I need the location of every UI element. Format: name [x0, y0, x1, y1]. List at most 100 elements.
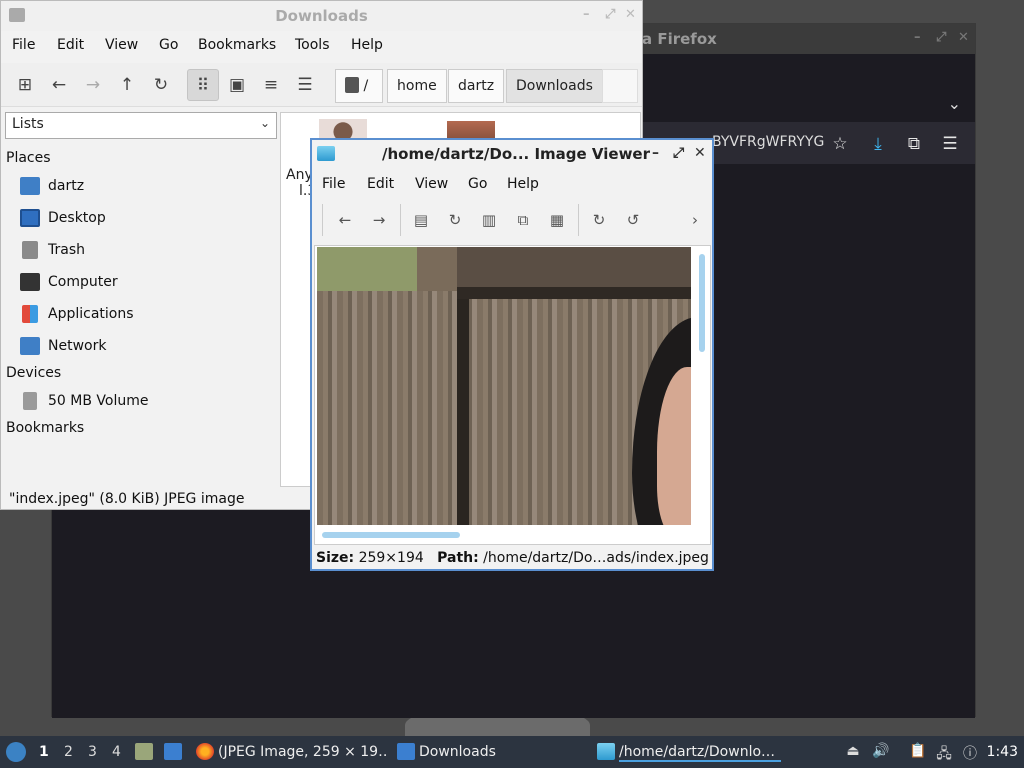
- workspace-1[interactable]: 1: [39, 744, 49, 760]
- image-viewer-app-icon: [317, 146, 335, 161]
- clipboard-icon[interactable]: 📋: [909, 743, 926, 759]
- side-pane-mode-select[interactable]: Lists ⌄: [5, 112, 277, 139]
- close-icon[interactable]: ✕: [958, 30, 969, 45]
- menu-go[interactable]: Go: [159, 37, 178, 53]
- maximize-icon[interactable]: ⤢: [673, 145, 684, 161]
- breadcrumb-home[interactable]: home: [387, 69, 447, 103]
- firefox-icon: [196, 743, 214, 760]
- minimize-icon[interactable]: –: [914, 30, 921, 45]
- list-all-tabs-chevron-icon[interactable]: ⌄: [948, 94, 961, 113]
- image-region: [317, 247, 691, 291]
- path-value: /home/dartz/Do…ads/index.jpeg: [483, 550, 709, 566]
- workspace-2[interactable]: 2: [64, 744, 73, 760]
- taskbar: 1 2 3 4 (JPEG Image, 259 × 19… Downloads…: [0, 736, 1024, 768]
- up-arrow-icon[interactable]: ↑: [111, 69, 143, 101]
- extensions-icon[interactable]: ⧉: [904, 134, 924, 154]
- close-icon[interactable]: ✕: [625, 7, 636, 22]
- star-icon[interactable]: ☆: [830, 134, 850, 154]
- detailed-list-view-icon[interactable]: ☰: [289, 69, 321, 101]
- menu-tools[interactable]: Tools: [295, 37, 330, 53]
- menu-file[interactable]: File: [322, 176, 345, 192]
- sidebar-item-label: Network: [48, 338, 107, 354]
- copy-icon[interactable]: ⧉: [512, 209, 534, 231]
- thumbnail-view-icon[interactable]: ▣: [221, 69, 253, 101]
- forward-arrow-icon[interactable]: →: [77, 69, 109, 101]
- maximize-icon[interactable]: ⤢: [605, 7, 615, 22]
- next-image-icon[interactable]: →: [368, 209, 390, 231]
- show-desktop-icon[interactable]: [164, 743, 182, 760]
- back-arrow-icon[interactable]: ←: [43, 69, 75, 101]
- image-viewer-status: Size: 259×194 Path: /home/dartz/Do…ads/i…: [316, 550, 709, 566]
- sidebar-item-label: Desktop: [48, 210, 106, 226]
- menu-help[interactable]: Help: [507, 176, 539, 192]
- file-manager-launcher-icon[interactable]: [135, 743, 153, 760]
- icon-view-icon[interactable]: ⠿: [187, 69, 219, 101]
- rotate-counterclockwise-icon[interactable]: ↺: [622, 209, 644, 231]
- workspace-3[interactable]: 3: [88, 744, 97, 760]
- start-menu-icon[interactable]: [6, 742, 26, 762]
- menu-bookmarks[interactable]: Bookmarks: [198, 37, 276, 53]
- desktop-icon: [20, 209, 40, 227]
- rotate-clockwise-icon[interactable]: ↻: [588, 209, 610, 231]
- task-image-viewer[interactable]: /home/dartz/Downlo…: [619, 744, 781, 762]
- menu-go[interactable]: Go: [468, 176, 487, 192]
- image-canvas[interactable]: [314, 245, 711, 545]
- toolbar-separator: [322, 204, 323, 236]
- new-window-icon[interactable]: ⊞: [9, 69, 41, 101]
- breadcrumb-root[interactable]: /: [335, 69, 383, 103]
- close-icon[interactable]: ✕: [694, 145, 706, 161]
- eject-icon[interactable]: ⏏: [845, 743, 861, 759]
- bookmarks-header: Bookmarks: [6, 420, 85, 436]
- clock[interactable]: 1:43: [987, 744, 1018, 760]
- breadcrumb-dartz[interactable]: dartz: [448, 69, 505, 103]
- notification-icon[interactable]: ⓘ: [962, 743, 978, 762]
- file-label: Any: [286, 167, 313, 183]
- minimize-icon[interactable]: –: [583, 7, 590, 22]
- menu-icon[interactable]: ☰: [940, 134, 960, 154]
- chevron-right-icon[interactable]: ›: [684, 209, 706, 231]
- displayed-image: [317, 247, 691, 525]
- horizontal-scrollbar[interactable]: [322, 532, 460, 538]
- paste-icon[interactable]: ▦: [546, 209, 568, 231]
- sidebar-item-label: Computer: [48, 274, 118, 290]
- image-viewer-title: /home/dartz/Do... Image Viewer: [382, 145, 651, 163]
- reload-icon[interactable]: ↻: [145, 69, 177, 101]
- menu-view[interactable]: View: [105, 37, 138, 53]
- open-file-icon[interactable]: ▤: [410, 209, 432, 231]
- folder-icon: [9, 8, 25, 22]
- volume-icon[interactable]: 🔊: [872, 743, 889, 759]
- download-icon[interactable]: ⤓: [868, 134, 888, 154]
- sidebar-item-label: dartz: [48, 178, 85, 194]
- sidebar-item-label: 50 MB Volume: [48, 393, 149, 409]
- breadcrumb-downloads[interactable]: Downloads: [506, 69, 603, 103]
- breadcrumb-root-label: /: [363, 78, 369, 94]
- menu-help[interactable]: Help: [351, 37, 383, 53]
- task-firefox[interactable]: (JPEG Image, 259 × 19…: [218, 744, 388, 760]
- vertical-scrollbar[interactable]: [699, 254, 705, 352]
- reload-icon[interactable]: ↻: [444, 209, 466, 231]
- menu-edit[interactable]: Edit: [57, 37, 84, 53]
- menu-edit[interactable]: Edit: [367, 176, 394, 192]
- sidebar-item-label: Trash: [48, 242, 85, 258]
- sidebar-item-label: Applications: [48, 306, 134, 322]
- compact-view-icon[interactable]: ≡: [255, 69, 287, 101]
- computer-icon: [20, 273, 40, 291]
- network-icon[interactable]: 🖧: [936, 743, 952, 762]
- task-downloads[interactable]: Downloads: [419, 744, 569, 760]
- file-manager-status: "index.jpeg" (8.0 KiB) JPEG image: [9, 491, 245, 507]
- save-icon[interactable]: ▥: [478, 209, 500, 231]
- devices-header: Devices: [6, 365, 62, 381]
- image-viewer-icon: [597, 743, 615, 760]
- previous-image-icon[interactable]: ←: [334, 209, 356, 231]
- drive-icon: [23, 392, 37, 410]
- workspace-4[interactable]: 4: [112, 744, 121, 760]
- minimize-icon[interactable]: –: [652, 145, 659, 161]
- network-folder-icon: [20, 337, 40, 355]
- menu-file[interactable]: File: [12, 37, 35, 53]
- menu-view[interactable]: View: [415, 176, 448, 192]
- file-manager-menubar: File Edit View Go Bookmarks Tools Help: [1, 31, 642, 59]
- image-region: [457, 287, 691, 299]
- image-viewer-titlebar[interactable]: /home/dartz/Do... Image Viewer – ⤢ ✕: [312, 140, 712, 168]
- file-manager-titlebar[interactable]: Downloads – ⤢ ✕: [1, 1, 642, 31]
- maximize-icon[interactable]: ⤢: [936, 30, 946, 45]
